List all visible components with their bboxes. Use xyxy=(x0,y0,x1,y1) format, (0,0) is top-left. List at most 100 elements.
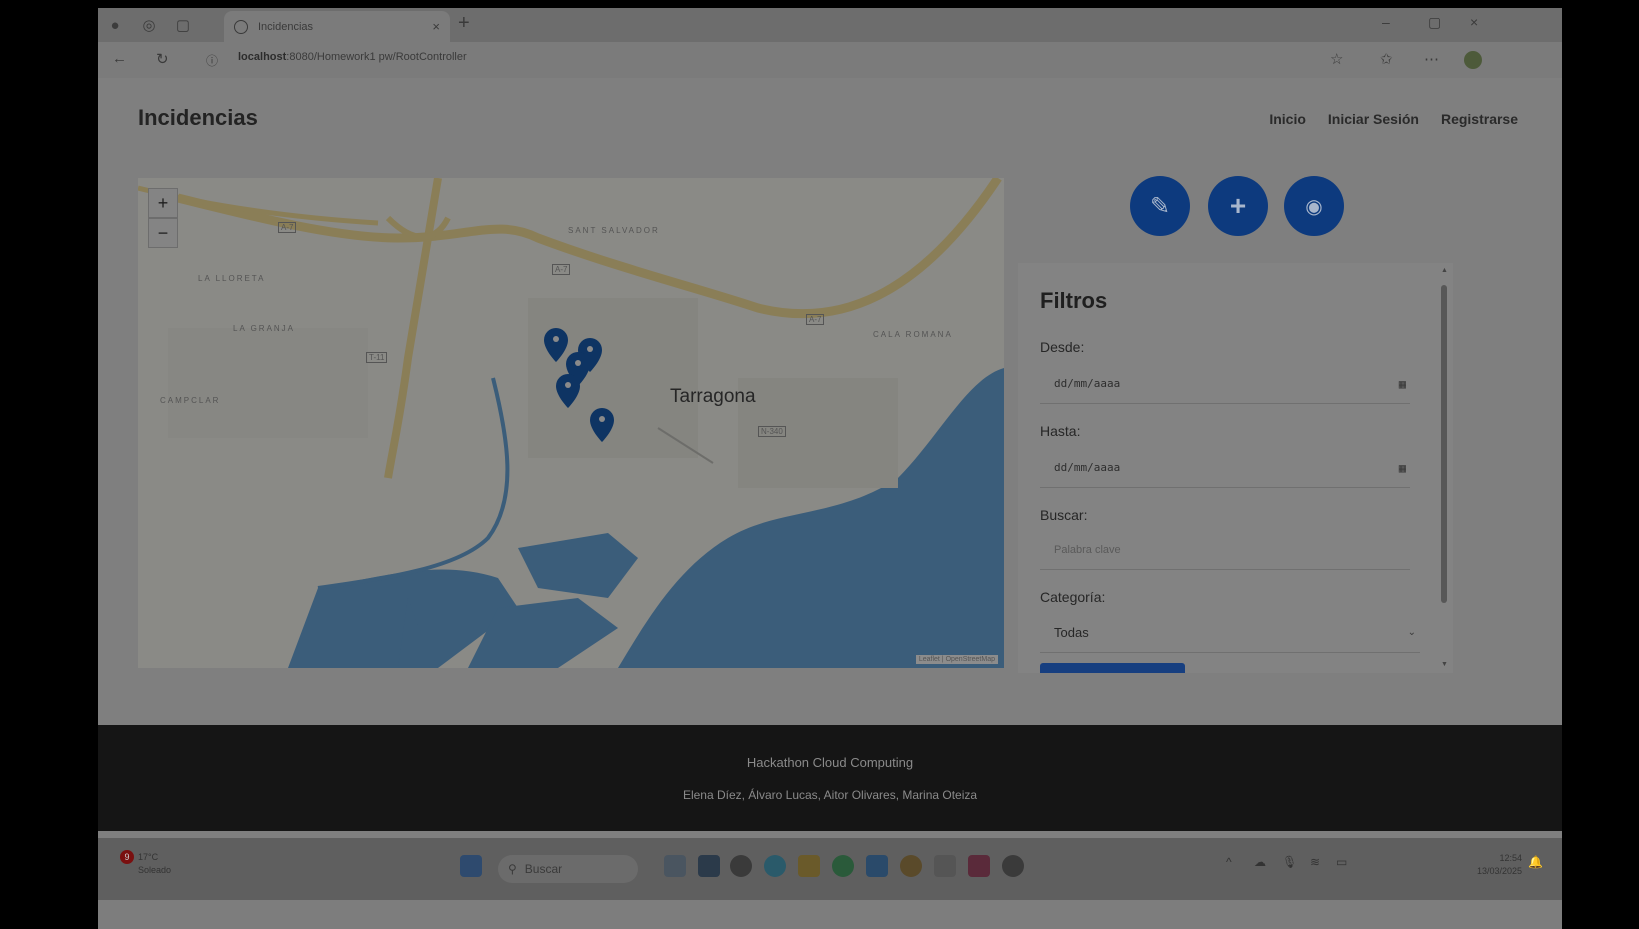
reload-icon[interactable]: ↻ xyxy=(156,50,169,68)
tab-actions-icon[interactable]: ▢ xyxy=(166,8,200,42)
system-clock[interactable]: 12:54 13/03/2025 xyxy=(1477,852,1522,878)
address-bar: ← ↻ ⓘ localhost:8080/Homework1 pw/RootCo… xyxy=(98,42,1562,78)
zoom-in-button[interactable]: + xyxy=(148,188,178,218)
plus-icon: + xyxy=(1229,190,1247,221)
road-shield-n340: N-340 xyxy=(758,426,786,437)
from-date-label: Desde: xyxy=(1040,339,1085,355)
url-host: localhost xyxy=(238,51,287,63)
app-icon-2[interactable] xyxy=(934,855,956,877)
favorites-bar-icon[interactable]: ✩ xyxy=(1380,50,1393,68)
pencil-icon: ✎ xyxy=(1149,192,1171,220)
map-attribution[interactable]: Leaflet | OpenStreetMap xyxy=(915,655,998,664)
copilot-icon[interactable] xyxy=(1464,51,1482,69)
map-label-sant-salvador: SANT SALVADOR xyxy=(568,226,660,235)
battery-icon[interactable]: ▭ xyxy=(1336,855,1358,877)
screen: ● ◎ ▢ Incidencias × + – ▢ × ← ↻ ⓘ localh… xyxy=(98,8,1562,929)
map-label-city: Tarragona xyxy=(670,386,756,407)
nav-link-login[interactable]: Iniciar Sesión xyxy=(1328,111,1419,127)
new-tab-icon[interactable]: + xyxy=(458,12,470,35)
nav-link-register[interactable]: Registrarse xyxy=(1441,111,1518,127)
tab-title: Incidencias xyxy=(258,20,314,33)
more-icon[interactable]: ⋯ xyxy=(1424,50,1439,68)
calendar-icon[interactable]: ▦ xyxy=(1399,377,1406,391)
url-path: :8080/Homework1 pw/RootController xyxy=(286,51,467,63)
search-icon: ⚲ xyxy=(508,862,517,876)
from-date-input[interactable]: dd/mm/aaaa ▦ xyxy=(1040,364,1410,404)
calendar-icon[interactable]: ▦ xyxy=(1399,461,1406,475)
road-shield-a7-3: A-7 xyxy=(806,314,825,325)
notifications-icon[interactable]: 🔔 xyxy=(1528,855,1550,877)
road-shield-a7-2: A-7 xyxy=(552,264,571,275)
chrome-icon[interactable] xyxy=(900,855,922,877)
map-label-granja: LA GRANJA xyxy=(233,324,296,333)
category-selected: Todas xyxy=(1054,625,1089,640)
nav-link-inicio[interactable]: Inicio xyxy=(1269,111,1306,127)
eye-icon: ◉ xyxy=(1305,195,1323,218)
scroll-down-icon[interactable]: ▼ xyxy=(1441,661,1448,668)
apply-filters-button[interactable] xyxy=(1040,663,1185,673)
taskbar-search[interactable]: ⚲ Buscar xyxy=(498,855,638,883)
spotify-icon[interactable] xyxy=(832,855,854,877)
footer-authors: Elena Díez, Álvaro Lucas, Aitor Olivares… xyxy=(682,788,978,802)
taskbar-search-text: Buscar xyxy=(524,862,563,876)
scrollbar-thumb[interactable] xyxy=(1441,285,1447,603)
browser-tab-bar: ● ◎ ▢ Incidencias × + – ▢ × xyxy=(98,8,1562,42)
chat-icon[interactable] xyxy=(730,855,752,877)
from-date-placeholder: dd/mm/aaaa xyxy=(1054,377,1121,390)
search-placeholder: Palabra clave xyxy=(1054,543,1121,556)
globe-icon xyxy=(234,19,248,34)
incident-map[interactable]: + − LA LLORETA LA GRANJA CAMPCLAR SANT S… xyxy=(138,178,1004,668)
app-icon[interactable] xyxy=(698,855,720,877)
outlook-icon[interactable] xyxy=(866,855,888,877)
favorite-icon[interactable]: ☆ xyxy=(1330,50,1343,68)
weather-temp: 17°C xyxy=(138,852,159,862)
page-footer: Hackathon Cloud Computing Elena Díez, Ál… xyxy=(98,725,1562,831)
tray-chevron-icon[interactable]: ^ xyxy=(1226,855,1248,877)
start-icon[interactable] xyxy=(460,855,482,877)
map-label-lloreta: LA LLORETA xyxy=(198,274,266,283)
profile-icon[interactable]: ● xyxy=(98,8,132,42)
app-icon-4[interactable] xyxy=(1002,855,1024,877)
navbar: Incidencias Inicio Iniciar Sesión Regist… xyxy=(98,78,1562,156)
wifi-icon[interactable]: ≋ xyxy=(1310,855,1332,877)
info-icon[interactable]: ⓘ xyxy=(206,52,218,69)
edge-icon[interactable] xyxy=(764,855,786,877)
edit-incident-button[interactable]: ✎ xyxy=(1130,176,1190,236)
add-incident-button[interactable]: + xyxy=(1208,176,1268,236)
mic-icon[interactable]: 🎙 xyxy=(1282,855,1304,877)
nav-links: Inicio Iniciar Sesión Registrarse xyxy=(1269,111,1518,127)
clock-time: 12:54 xyxy=(1499,853,1522,863)
collections-icon[interactable]: ◎ xyxy=(132,8,166,42)
url-field[interactable]: localhost:8080/Homework1 pw/RootControll… xyxy=(238,51,467,63)
search-input[interactable]: Palabra clave xyxy=(1040,530,1410,570)
brand-title[interactable]: Incidencias xyxy=(138,105,258,131)
to-date-placeholder: dd/mm/aaaa xyxy=(1054,461,1121,474)
close-tab-icon[interactable]: × xyxy=(432,19,440,34)
scroll-up-icon[interactable]: ▲ xyxy=(1441,267,1448,274)
filters-title: Filtros xyxy=(1040,288,1108,313)
road-shield-t11: T-11 xyxy=(366,352,388,363)
notification-badge: 9 xyxy=(120,850,134,864)
to-date-input[interactable]: dd/mm/aaaa ▦ xyxy=(1040,448,1410,488)
clock-date: 13/03/2025 xyxy=(1476,866,1522,876)
file-explorer-icon[interactable] xyxy=(798,855,820,877)
maximize-icon[interactable]: ▢ xyxy=(1428,14,1441,31)
minimize-icon[interactable]: – xyxy=(1382,14,1390,30)
zoom-out-button[interactable]: − xyxy=(148,218,178,248)
weather-widget[interactable]: 9 17°C Soleado xyxy=(120,850,171,876)
window-close-icon[interactable]: × xyxy=(1470,14,1478,30)
filters-scrollbar[interactable]: ▲ ▼ xyxy=(1440,267,1448,668)
widgets-icon[interactable] xyxy=(664,855,686,877)
footer-title: Hackathon Cloud Computing xyxy=(746,755,914,770)
road-shield-a7-1: A-7 xyxy=(278,222,297,233)
browser-tab[interactable]: Incidencias × xyxy=(224,11,450,42)
filters-panel: Filtros Desde: dd/mm/aaaa ▦ Hasta: dd/mm… xyxy=(1018,263,1453,673)
chevron-down-icon: ⌄ xyxy=(1407,627,1416,638)
cloud-icon[interactable]: ☁ xyxy=(1254,855,1276,877)
view-incidents-button[interactable]: ◉ xyxy=(1284,176,1344,236)
map-label-campclar: CAMPCLAR xyxy=(160,396,221,405)
to-date-label: Hasta: xyxy=(1040,423,1081,439)
app-icon-3[interactable] xyxy=(968,855,990,877)
back-icon[interactable]: ← xyxy=(112,50,127,67)
category-select[interactable]: Todas ⌄ xyxy=(1040,613,1420,653)
